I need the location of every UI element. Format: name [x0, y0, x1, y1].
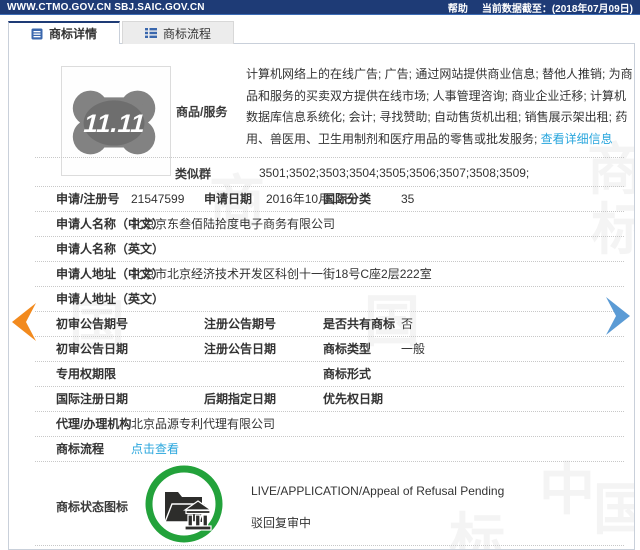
tabstrip: 商标详情 商标流程: [8, 21, 234, 44]
next-arrow-button[interactable]: [604, 296, 632, 336]
exclusive-period-label: 专用权期限: [56, 367, 117, 381]
tab-trademark-detail[interactable]: 商标详情: [8, 21, 120, 44]
row-registration: 申请/注册号 21547599 申请日期 2016年10月12日 国际分类 35: [9, 187, 634, 212]
later-designation-label: 后期指定日期: [204, 392, 277, 406]
shared-mark-label: 是否共有商标: [323, 317, 396, 331]
click-to-view-link[interactable]: 点击查看: [131, 437, 179, 462]
addr-en-label: 申请人地址（英文）: [56, 292, 165, 306]
applicant-en-label: 申请人名称（英文）: [56, 242, 165, 256]
priority-date-label: 优先权日期: [323, 392, 384, 406]
topbar: WWW.CTMO.GOV.CN SBJ.SAIC.GOV.CN 帮助 当前数据截…: [0, 0, 640, 15]
row-address-cn: 申请人地址（中文） 北京市北京经济技术开发区科创十一街18号C座2层222室: [9, 262, 634, 287]
intl-class-label: 国际分类: [323, 192, 372, 206]
data-cutoff-date: 当前数据截至：(2018年07月09日): [481, 3, 633, 15]
tm-form-label: 商标形式: [323, 367, 372, 381]
left-chevron-icon: [12, 303, 36, 341]
row-gazette-no: 初审公告期号 注册公告期号 是否共有商标 否: [9, 312, 634, 337]
goods-services-label: 商品/服务: [176, 105, 228, 119]
reg-no-label: 申请/注册号: [56, 192, 120, 206]
intl-class-value: 35: [401, 192, 415, 206]
list-icon: [144, 28, 157, 38]
first-gazette-no-label: 初审公告期号: [56, 317, 129, 331]
status-live-icon: [145, 465, 223, 543]
intl-reg-date-label: 国际注册日期: [56, 392, 129, 406]
row-applicant-en: 申请人名称（英文）: [9, 237, 634, 262]
status-icon-label: 商标状态图标: [56, 500, 129, 514]
row-status: 商标状态图标 LIVE/APPLICATION/Appeal of Refusa…: [9, 462, 634, 546]
reg-gazette-no-label: 注册公告期号: [204, 317, 277, 331]
tm-type-value: 一般: [401, 342, 426, 356]
document-icon: [31, 28, 43, 39]
reg-gazette-date-label: 注册公告日期: [204, 342, 277, 356]
row-exclusive-period: 专用权期限 商标形式: [9, 362, 634, 387]
row-gazette-date: 初审公告日期 注册公告日期 商标类型 一般: [9, 337, 634, 362]
tab-process-label: 商标流程: [162, 26, 211, 41]
tab-trademark-process[interactable]: 商标流程: [122, 21, 234, 44]
similar-group-label: 类似群: [175, 167, 212, 181]
app-date-label: 申请日期: [204, 192, 253, 206]
tm-type-label: 商标类型: [323, 342, 372, 356]
page: WWW.CTMO.GOV.CN SBJ.SAIC.GOV.CN 帮助 当前数据截…: [0, 0, 640, 550]
row-address-en: 申请人地址（英文）: [9, 287, 634, 312]
trademark-image: 11.11: [61, 66, 171, 176]
site-urls: WWW.CTMO.GOV.CN SBJ.SAIC.GOV.CN: [7, 1, 205, 13]
first-gazette-date-label: 初审公告日期: [56, 342, 129, 356]
reg-no-value: 21547599: [131, 192, 185, 206]
prev-arrow-button[interactable]: [10, 302, 38, 342]
agency-value: 北京品源专利代理有限公司: [131, 417, 276, 431]
addr-cn-value: 北京市北京经济技术开发区科创十一街18号C座2层222室: [131, 267, 432, 281]
view-details-link[interactable]: 查看详细信息: [541, 132, 613, 146]
applicant-cn-value: 北京京东叁佰陆拾度电子商务有限公司: [131, 217, 336, 231]
right-chevron-icon: [606, 297, 630, 335]
row-intl-dates: 国际注册日期 后期指定日期 优先权日期: [9, 387, 634, 412]
svg-text:11.11: 11.11: [81, 110, 149, 138]
bone-mark-graphic: 11.11: [72, 90, 156, 155]
row-agency: 代理/办理机构 北京品源专利代理有限公司: [9, 412, 634, 437]
trademark-summary-section: 11.11 商品/服务 计算机网络上的在线广告; 广告; 通过网站提供商业信息;…: [9, 44, 634, 187]
row-process: 商标流程 点击查看: [9, 437, 634, 462]
help-link[interactable]: 帮助: [448, 0, 468, 15]
trademark-detail-panel: 国 国 商 标 中 国 标 商 11.11: [8, 43, 635, 550]
divider: [35, 157, 624, 158]
process-label: 商标流程: [56, 442, 105, 456]
field-rows: 申请/注册号 21547599 申请日期 2016年10月12日 国际分类 35…: [9, 187, 634, 546]
row-applicant-cn: 申请人名称（中文） 北京京东叁佰陆拾度电子商务有限公司: [9, 212, 634, 237]
status-text-cn: 驳回复审中: [251, 516, 312, 530]
similar-group-value: 3501;3502;3503;3504;3505;3506;3507;3508;…: [259, 166, 530, 180]
agency-label: 代理/办理机构: [56, 417, 132, 431]
status-text-en: LIVE/APPLICATION/Appeal of Refusal Pendi…: [251, 484, 505, 498]
tab-detail-label: 商标详情: [48, 27, 97, 41]
shared-mark-value: 否: [401, 317, 414, 331]
goods-services-text: 计算机网络上的在线广告; 广告; 通过网站提供商业信息; 替他人推销; 为商品和…: [246, 64, 634, 150]
